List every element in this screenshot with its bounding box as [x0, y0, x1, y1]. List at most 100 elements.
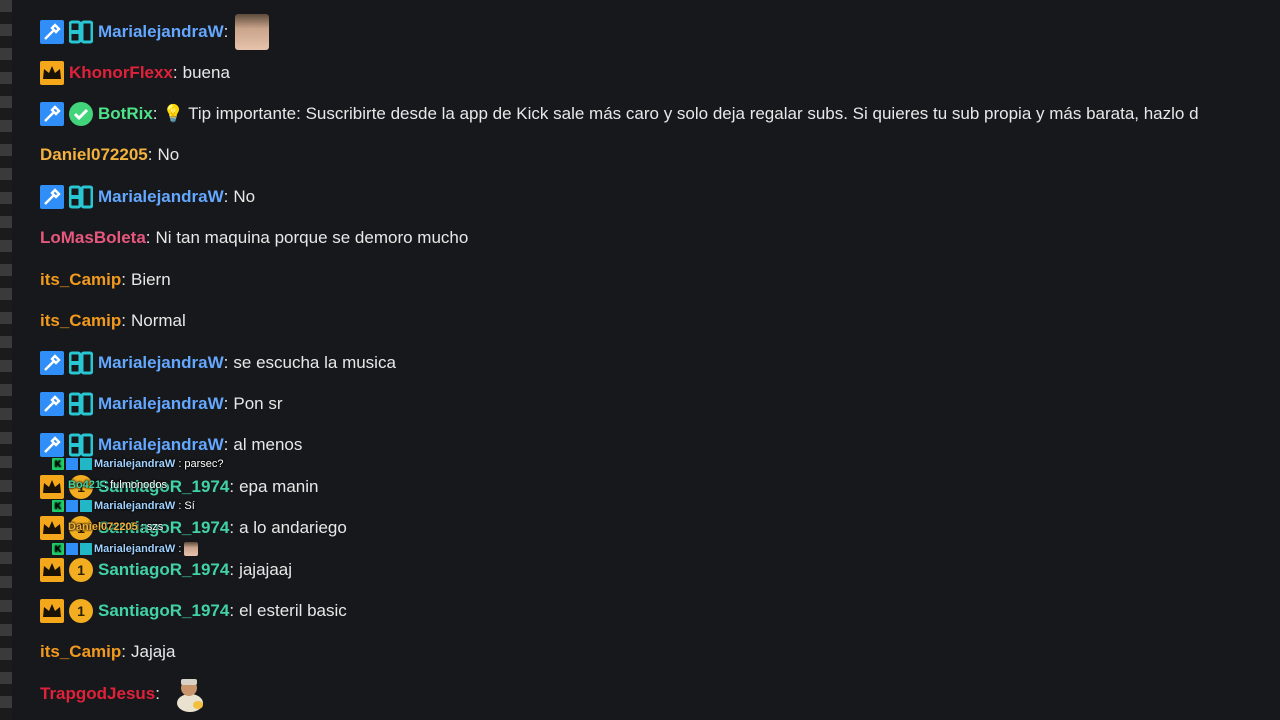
- chat-text: No: [233, 187, 256, 206]
- face-emote-icon: [235, 14, 270, 50]
- sub-month-badge-icon: 1: [69, 558, 93, 582]
- verified-badge-icon: [69, 102, 93, 126]
- chat-username[interactable]: Daniel072205: [40, 145, 148, 165]
- overlay-text: szs: [146, 521, 164, 533]
- chat-log: MarialejandraW : KhonorFlexx : buena Bot…: [40, 0, 1280, 720]
- crown-badge-icon: [40, 599, 64, 623]
- og-badge-icon: [80, 458, 92, 470]
- chat-text: a lo andariego: [239, 518, 347, 537]
- chat-username[interactable]: its_Camip: [40, 311, 121, 331]
- chat-message: MarialejandraW : Pon sr: [40, 392, 283, 416]
- chat-username[interactable]: TrapgodJesus: [40, 684, 155, 704]
- overlay-chat-line: Bo421 : fulmonodos: [68, 478, 167, 492]
- chat-separator: :: [121, 311, 126, 330]
- chat-username[interactable]: its_Camip: [40, 270, 121, 290]
- chat-text: Biern: [130, 270, 171, 289]
- sub-month-badge-icon: 1: [69, 599, 93, 623]
- chat-message: MarialejandraW : No: [40, 185, 255, 209]
- chat-separator: :: [172, 63, 178, 82]
- overlay-username[interactable]: MarialejandraW: [94, 500, 175, 512]
- chat-message: LoMasBoleta : Ni tan maquina porque se d…: [40, 226, 468, 250]
- chat-username[interactable]: SantiagoR_1974: [98, 601, 229, 621]
- moderator-badge-icon: [66, 543, 78, 555]
- chat-separator: :: [121, 270, 126, 289]
- chat-text: Normal: [130, 311, 186, 330]
- chat-separator: :: [145, 228, 151, 247]
- og-badge-icon: [68, 351, 94, 375]
- moderator-badge-icon: [66, 458, 78, 470]
- chat-username[interactable]: MarialejandraW: [98, 353, 224, 373]
- overlay-username[interactable]: MarialejandraW: [94, 458, 175, 470]
- chat-message: KhonorFlexx : buena: [40, 61, 230, 85]
- chat-username[interactable]: LoMasBoleta: [40, 228, 146, 248]
- chat-username[interactable]: KhonorFlexx: [69, 63, 173, 83]
- moderator-badge-icon: [40, 351, 64, 375]
- face-emote-icon: [184, 542, 199, 556]
- chat-text: epa manin: [239, 477, 319, 496]
- overlay-text: Sí: [184, 500, 195, 512]
- moderator-badge-icon: [40, 185, 64, 209]
- og-badge-icon: [68, 20, 94, 44]
- og-badge-icon: [68, 433, 94, 457]
- chat-separator: :: [223, 353, 229, 372]
- chat-text: buena: [182, 63, 230, 82]
- crown-badge-icon: [40, 61, 64, 85]
- chat-text: el esteril basic: [239, 601, 347, 620]
- overlay-separator: :: [178, 543, 182, 555]
- overlay-username[interactable]: Daniel072205: [68, 521, 138, 533]
- chat-text: Ni tan maquina porque se demoro mucho: [155, 228, 469, 247]
- overlay-separator: :: [178, 500, 182, 512]
- chat-separator: :: [229, 560, 235, 579]
- chat-message: its_Camip : Normal: [40, 309, 186, 333]
- chat-message: BotRix : 💡 Tip importante: Suscribirte d…: [40, 102, 1199, 126]
- overlay-separator: :: [140, 521, 144, 533]
- chat-message: its_Camip : Jajaja: [40, 640, 175, 664]
- overlay-separator: :: [104, 479, 108, 491]
- chat-separator: :: [147, 145, 153, 164]
- chat-separator: :: [223, 394, 229, 413]
- chat-message: 1 SantiagoR_1974 : jajajaaj: [40, 558, 292, 582]
- crown-badge-icon: [40, 475, 64, 499]
- chat-separator: :: [121, 642, 126, 661]
- moderator-badge-icon: [40, 433, 64, 457]
- chat-text: al menos: [233, 435, 303, 454]
- chat-username[interactable]: its_Camip: [40, 642, 121, 662]
- chat-message: its_Camip : Biern: [40, 268, 171, 292]
- chat-text: Pon sr: [233, 394, 283, 413]
- chat-message: MarialejandraW : al menos: [40, 433, 302, 457]
- chat-text: se escucha la musica: [233, 353, 396, 372]
- chat-username[interactable]: BotRix: [98, 104, 153, 124]
- chat-username[interactable]: MarialejandraW: [98, 187, 224, 207]
- chat-separator: :: [152, 104, 158, 123]
- overlay-chat-line: K MarialejandraW : Sí: [52, 499, 195, 513]
- chat-username[interactable]: MarialejandraW: [98, 22, 224, 42]
- chat-separator: :: [229, 601, 235, 620]
- chat-text: Jajaja: [130, 642, 176, 661]
- character-sticker-icon: [171, 675, 209, 713]
- og-badge-icon: [80, 500, 92, 512]
- chat-username[interactable]: SantiagoR_1974: [98, 560, 229, 580]
- moderator-badge-icon: [40, 20, 64, 44]
- moderator-badge-icon: [40, 392, 64, 416]
- chat-separator: :: [229, 477, 235, 496]
- kick-badge-icon: K: [52, 543, 64, 555]
- chat-separator: :: [223, 187, 229, 206]
- overlay-chat-line: K MarialejandraW : parsec?: [52, 457, 224, 471]
- chat-username[interactable]: MarialejandraW: [98, 394, 224, 414]
- og-badge-icon: [68, 392, 94, 416]
- og-badge-icon: [68, 185, 94, 209]
- overlay-username[interactable]: MarialejandraW: [94, 543, 175, 555]
- overlay-username[interactable]: Bo421: [68, 479, 101, 491]
- chat-separator: :: [229, 518, 235, 537]
- overlay-chat-line: K MarialejandraW :: [52, 542, 199, 556]
- chat-text: 💡 Tip importante: Suscribirte desde la a…: [162, 104, 1199, 123]
- chat-separator: :: [223, 22, 229, 41]
- chat-separator: :: [223, 435, 229, 454]
- moderator-badge-icon: [40, 102, 64, 126]
- overlay-text: fulmonodos: [110, 479, 167, 491]
- chat-message: MarialejandraW : se escucha la musica: [40, 351, 396, 375]
- chat-message: MarialejandraW :: [40, 14, 270, 50]
- og-badge-icon: [80, 543, 92, 555]
- chat-username[interactable]: MarialejandraW: [98, 435, 224, 455]
- crown-badge-icon: [40, 516, 64, 540]
